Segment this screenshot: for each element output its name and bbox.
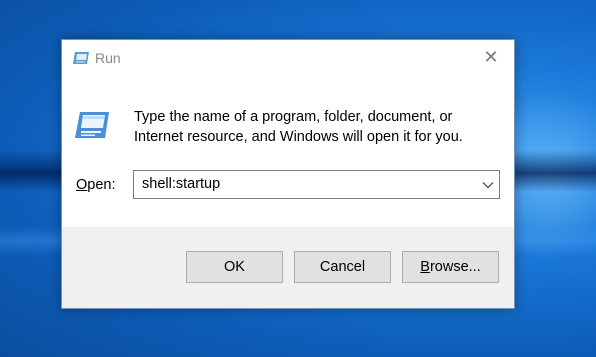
open-input-value: shell:startup xyxy=(142,176,221,192)
window-title: Run xyxy=(95,50,121,66)
run-app-icon xyxy=(75,112,109,138)
browse-button[interactable]: Browse... xyxy=(402,251,499,283)
browse-accelerator: B xyxy=(420,259,430,275)
button-bar: OK Cancel Browse... xyxy=(62,227,514,308)
open-label-accelerator: O xyxy=(76,177,88,193)
open-label-rest: pen: xyxy=(87,177,116,193)
instruction-text: Type the name of a program, folder, docu… xyxy=(134,109,463,145)
title-bar[interactable]: Run ✕ xyxy=(62,40,514,76)
open-combobox[interactable]: shell:startup xyxy=(133,170,500,199)
close-button[interactable]: ✕ xyxy=(468,40,514,74)
run-dialog: Run ✕ Type the name of a program, folder… xyxy=(61,39,515,309)
browse-label-rest: rowse... xyxy=(429,259,481,275)
ok-button[interactable]: OK xyxy=(186,251,283,283)
chevron-down-icon[interactable] xyxy=(481,178,495,192)
cancel-button[interactable]: Cancel xyxy=(294,251,391,283)
close-icon: ✕ xyxy=(483,46,499,67)
open-label: Open: xyxy=(76,177,116,193)
run-app-icon xyxy=(73,52,89,64)
